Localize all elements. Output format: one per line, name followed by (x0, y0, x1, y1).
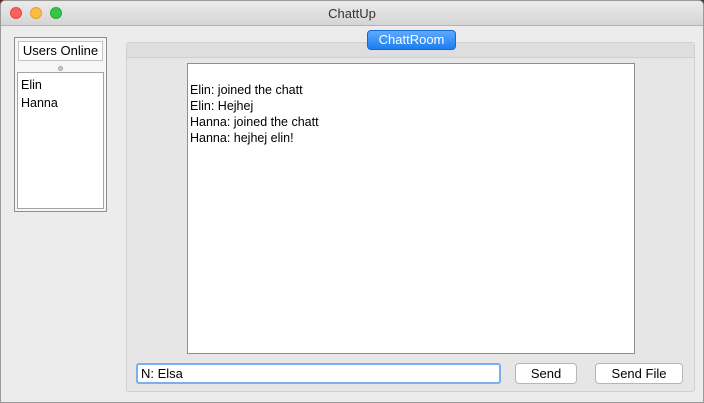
send-button[interactable]: Send (515, 363, 577, 384)
split-handle-icon[interactable] (58, 66, 63, 71)
chat-message: Hanna: joined the chatt (190, 115, 319, 129)
users-online-panel: Users Online Elin Hanna (14, 37, 107, 212)
users-online-header: Users Online (18, 41, 103, 61)
window-title: ChattUp (328, 6, 376, 21)
chat-messages-area[interactable]: Elin: joined the chatt Elin: Hejhej Hann… (187, 63, 635, 354)
message-input[interactable] (136, 363, 501, 384)
send-file-button[interactable]: Send File (595, 363, 683, 384)
tab-chattroom[interactable]: ChattRoom (367, 30, 456, 50)
chat-message: Elin: joined the chatt (190, 83, 303, 97)
title-bar: ChattUp (1, 1, 703, 26)
chat-message: Hanna: hejhej elin! (190, 131, 294, 145)
users-list[interactable]: Elin Hanna (17, 72, 104, 209)
user-list-item[interactable]: Elin (21, 76, 103, 94)
chat-message: Elin: Hejhej (190, 99, 254, 113)
app-window: ChattUp Users Online Elin Hanna ChattRoo… (0, 0, 704, 403)
user-list-item[interactable]: Hanna (21, 94, 103, 112)
